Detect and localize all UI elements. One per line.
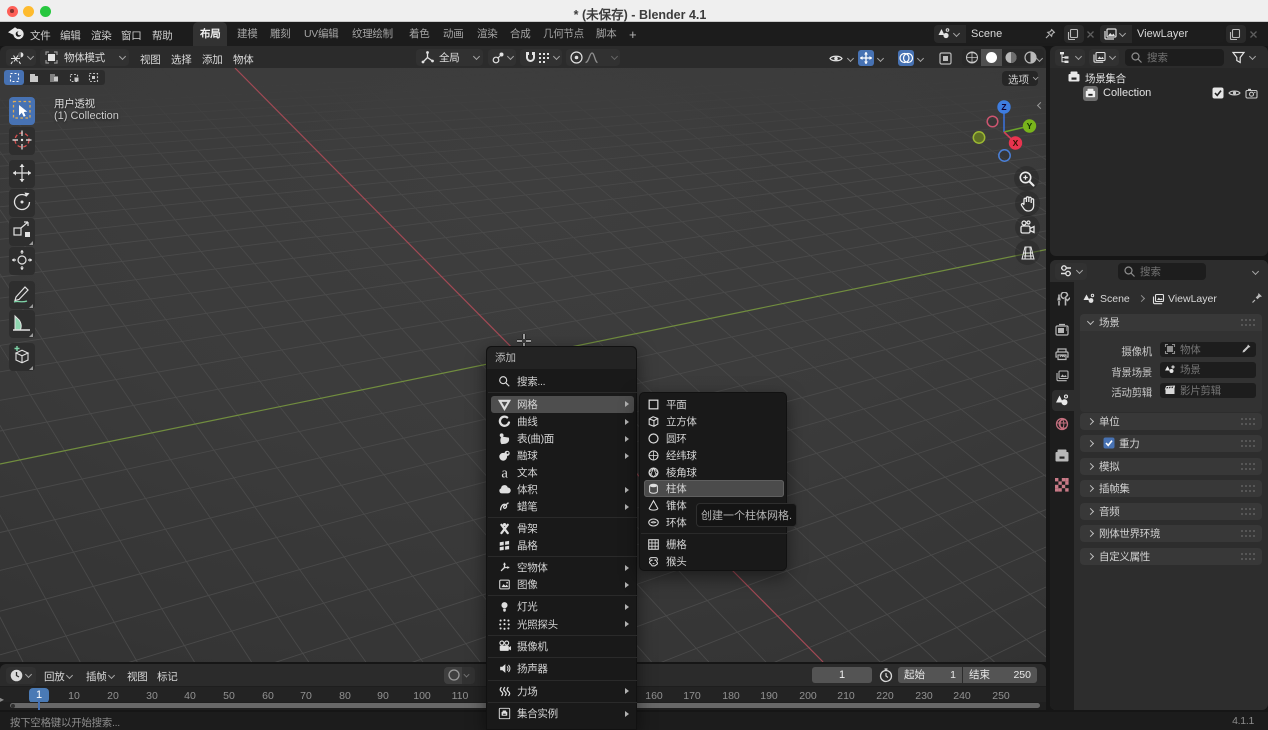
svg-text:a: a [501, 466, 508, 479]
svg-text:Y: Y [1027, 121, 1033, 131]
svg-text:X: X [1013, 138, 1019, 148]
svg-text:Z: Z [1001, 102, 1006, 112]
